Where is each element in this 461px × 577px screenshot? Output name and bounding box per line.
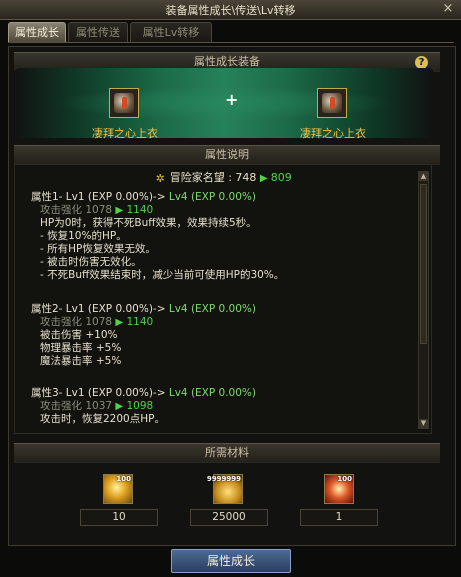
attr1-line: - 不死Buff效果结束时，减少当前可使用HP的30%。 <box>40 269 285 281</box>
close-icon[interactable]: × <box>441 2 455 16</box>
scroll-down-icon[interactable]: ▼ <box>419 419 428 428</box>
attr1-line: - 被击时伤害无效化。 <box>40 256 142 268</box>
window-titlebar: 装备属性成长\传送\Lv转移 × <box>0 0 461 20</box>
attr2-line: 被击伤害 +10% <box>40 329 118 341</box>
attr2-head: 属性2- Lv1 (EXP 0.00%)-> <box>31 303 169 315</box>
attribute-growth-button[interactable]: 属性成长 <box>171 549 291 573</box>
fire-gem-icon[interactable]: 100 <box>324 474 354 504</box>
attr3-sub-old: 1037 <box>85 400 113 412</box>
attr2-sub-old: 1078 <box>85 316 113 328</box>
attr1-head: 属性1- Lv1 (EXP 0.00%)-> <box>31 191 169 203</box>
attr3-head: 属性3- Lv1 (EXP 0.00%)-> <box>31 387 169 399</box>
material-badge: 100 <box>116 475 131 483</box>
attr2-line: 魔法暴击率 +5% <box>40 355 122 367</box>
attr2-line: 物理暴击率 +5% <box>40 342 122 354</box>
tab-lv-transfer[interactable]: 属性Lv转移 <box>130 22 212 42</box>
attr2-head-new: Lv4 (EXP 0.00%) <box>168 303 256 315</box>
attribute-block-2: 属性2- Lv1 (EXP 0.00%)-> Lv4 (EXP 0.00%) 攻… <box>31 303 256 368</box>
reputation-icon: ✲ <box>155 172 165 185</box>
arrow-right-icon: ▶ <box>259 173 271 184</box>
source-equip-slot[interactable] <box>109 88 139 118</box>
attr3-sub-new: 1098 <box>126 400 154 412</box>
target-equip-slot[interactable] <box>317 88 347 118</box>
materials-section-header: 所需材料 <box>14 443 440 463</box>
material-amount: 10 <box>80 509 158 526</box>
attr3-line: 攻击时，恢复2200点HP。 <box>40 413 165 425</box>
tab-divider <box>8 42 454 43</box>
attr3-sub-label: 攻击强化 <box>40 400 82 412</box>
attr1-sub-label: 攻击强化 <box>40 204 82 216</box>
gold-crystal-icon[interactable]: 100 <box>103 474 133 504</box>
tab-attribute-transfer[interactable]: 属性传送 <box>68 22 128 42</box>
attribute-block-1: 属性1- Lv1 (EXP 0.00%)-> Lv4 (EXP 0.00%) 攻… <box>31 191 284 282</box>
attribute-description: ✲ 冒险家名望 : 748 ▶ 809 属性1- Lv1 (EXP 0.00%)… <box>14 164 432 434</box>
tab-attribute-growth[interactable]: 属性成长 <box>8 22 66 42</box>
window-title: 装备属性成长\传送\Lv转移 <box>165 4 296 17</box>
attr1-line: - 恢复10%的HP。 <box>40 230 127 242</box>
arrow-right-icon: ▶ <box>115 317 124 328</box>
gold-coins-icon[interactable]: 9999999 <box>207 474 243 504</box>
equip-section-title: 属性成长装备 <box>194 55 260 68</box>
armor-icon <box>114 93 134 113</box>
target-item-name: 凄拜之心上衣 <box>300 127 366 140</box>
desc-section-header: 属性说明 <box>14 145 440 165</box>
attr1-head-new: Lv4 (EXP 0.00%) <box>168 191 256 203</box>
reputation-new: 809 <box>270 171 292 184</box>
scroll-up-icon[interactable]: ▲ <box>419 172 428 181</box>
attr1-line: HP为0时，获得不死Buff效果，效果持续5秒。 <box>40 217 257 229</box>
reputation-label: 冒险家名望 <box>169 171 225 184</box>
attr3-head-new: Lv4 (EXP 0.00%) <box>168 387 256 399</box>
material-amount: 25000 <box>190 509 268 526</box>
attr2-sub-new: 1140 <box>126 316 154 328</box>
plus-icon: + <box>225 90 239 109</box>
attribute-block-3: 属性3- Lv1 (EXP 0.00%)-> Lv4 (EXP 0.00%) 攻… <box>31 387 256 426</box>
reputation-line: ✲ 冒险家名望 : 748 ▶ 809 <box>155 171 292 185</box>
source-item-name: 凄拜之心上衣 <box>92 127 158 140</box>
arrow-right-icon: ▶ <box>115 205 124 216</box>
arrow-right-icon: ▶ <box>115 401 124 412</box>
attr1-line: - 所有HP恢复效果无效。 <box>40 243 156 255</box>
attr2-sub-label: 攻击强化 <box>40 316 82 328</box>
attr1-sub-old: 1078 <box>85 204 113 216</box>
material-badge: 100 <box>337 475 352 483</box>
attr1-sub-new: 1140 <box>126 204 154 216</box>
reputation-old: 748 <box>235 171 257 184</box>
scroll-thumb[interactable] <box>420 184 427 344</box>
description-scrollbar[interactable]: ▲ ▼ <box>418 171 429 429</box>
material-amount: 1 <box>300 509 378 526</box>
material-badge: 9999999 <box>206 475 241 483</box>
armor-icon <box>322 93 342 113</box>
materials-section-title: 所需材料 <box>205 446 249 459</box>
desc-section-title: 属性说明 <box>205 148 249 161</box>
